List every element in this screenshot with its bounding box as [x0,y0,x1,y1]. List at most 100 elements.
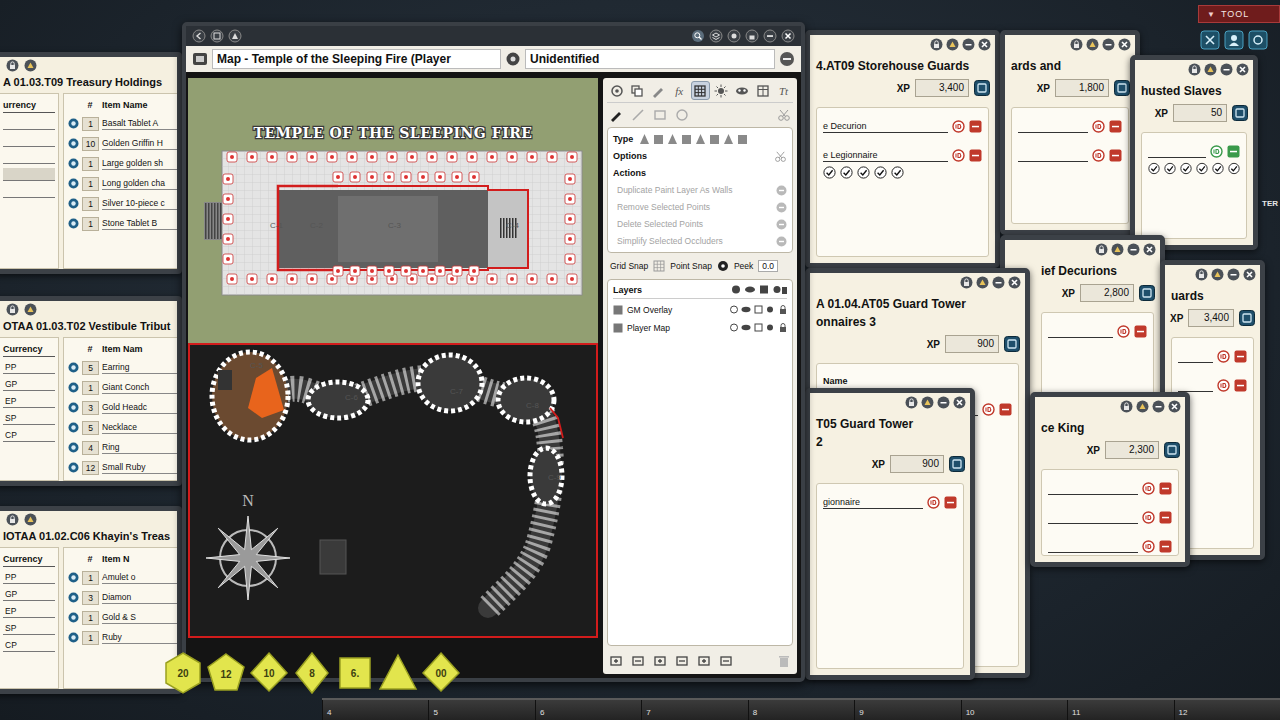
remove-icon[interactable] [969,149,982,162]
pillar-occluder[interactable] [223,174,233,184]
item-qty[interactable]: 5 [82,421,99,435]
pillar-occluder[interactable] [347,152,357,162]
map-token[interactable] [320,540,346,574]
item-row[interactable]: 3 Gold Headc [68,400,177,415]
item-link-icon[interactable] [68,138,79,149]
currency-row[interactable]: CP [3,429,55,442]
xp-field[interactable]: 1,800 [1055,79,1109,97]
remove-icon[interactable] [1134,325,1147,338]
item-qty[interactable]: 1 [82,117,99,131]
pillar-occluder[interactable] [307,274,317,284]
lock-icon[interactable] [905,396,918,409]
hotbar-slot[interactable]: 7 [641,700,747,720]
minimize-icon[interactable] [1220,63,1233,76]
item-link-icon[interactable] [68,118,79,129]
npc-row[interactable] [1048,540,1172,553]
xp-field[interactable]: 50 [1173,104,1227,122]
item-name[interactable]: Ruby [102,631,177,644]
identify-icon[interactable] [1217,379,1230,392]
xp-field[interactable]: 3,400 [1188,309,1234,327]
treasure-window[interactable]: OTAA 01.03.T02 Vestibule Tribut Currency… [0,296,182,486]
xp-field[interactable]: 3,400 [915,79,969,97]
item-row[interactable]: 5 Earring [68,360,177,375]
close-icon[interactable] [1168,400,1181,413]
lock-icon[interactable] [1120,400,1133,413]
item-row[interactable]: 1 Amulet o [68,570,177,585]
item-row[interactable]: 1 Ruby [68,630,177,645]
identify-icon[interactable] [1210,145,1223,158]
currency-row[interactable]: SP [3,622,55,635]
identify-icon[interactable] [1117,325,1130,338]
item-row[interactable]: 4 Ring [68,440,177,455]
pillar-occluder[interactable] [267,274,277,284]
npc-name[interactable] [1178,351,1213,363]
pillar-occluder[interactable] [427,152,437,162]
token-placed-icon[interactable] [1164,162,1176,175]
share-icon[interactable] [1211,268,1224,281]
remove-icon[interactable] [1234,350,1247,363]
hotbar-slot[interactable]: 6 [535,700,641,720]
item-qty[interactable]: 5 [82,361,99,375]
occluder-type-icon[interactable] [653,133,664,145]
scissors-icon[interactable] [777,108,791,122]
npc-name[interactable] [1018,150,1088,162]
pillar-occluder[interactable] [247,152,257,162]
close-icon[interactable] [1143,243,1156,256]
point-snap-toggle-icon[interactable] [717,260,729,272]
item-row[interactable]: 1 Silver 10-piece c [68,196,177,211]
layer-lock-icon[interactable] [779,323,787,333]
minimize-icon[interactable] [992,276,1005,289]
link-icon[interactable] [1139,285,1155,301]
d6-die[interactable]: 6. [334,651,376,695]
link-icon[interactable] [1239,310,1255,326]
item-name[interactable]: Basalt Tablet A [102,117,177,130]
pillar-occluder[interactable] [565,194,575,204]
tool-tab[interactable] [649,81,668,100]
token-placed-icon[interactable] [891,166,904,179]
item-qty[interactable]: 1 [82,381,99,395]
item-row[interactable]: 1 Large golden sh [68,156,177,171]
pillar-occluder[interactable] [469,172,479,182]
d20-die[interactable]: 20 [162,651,204,695]
lock-icon[interactable] [1095,243,1108,256]
pillar-occluder[interactable] [287,274,297,284]
npc-row[interactable] [1048,325,1147,338]
tool-tab[interactable] [607,81,626,100]
circle-tool-icon[interactable] [675,108,689,122]
xp-field[interactable]: 900 [945,335,999,353]
minimize-icon[interactable] [1127,243,1140,256]
item-link-icon[interactable] [68,402,79,413]
pillar-occluder[interactable] [547,152,557,162]
pencil-tool-icon[interactable] [609,108,623,122]
remove-icon[interactable] [1109,149,1122,162]
token-placed-icon[interactable] [857,166,870,179]
item-row[interactable]: 12 Small Ruby [68,460,177,475]
pillar-occluder[interactable] [567,152,577,162]
occluder-type-icon[interactable] [681,133,692,145]
zoom-icon[interactable] [691,29,705,43]
xp-field[interactable]: 900 [890,455,944,473]
pillar-occluder[interactable] [367,172,377,182]
item-link-icon[interactable] [68,422,79,433]
npc-row[interactable] [1178,379,1247,392]
close-icon[interactable] [953,396,966,409]
pillar-occluder[interactable] [307,152,317,162]
item-name[interactable]: Long golden cha [102,177,177,190]
pillar-occluder[interactable] [565,254,575,264]
identify-icon[interactable] [1142,540,1155,553]
item-link-icon[interactable] [68,442,79,453]
item-name[interactable]: Stone Tablet B [102,217,177,230]
remove-icon[interactable] [1159,540,1172,553]
currency-row[interactable]: GP [3,588,55,601]
remove-icon[interactable] [999,403,1012,416]
item-row[interactable]: 1 Gold & S [68,610,177,625]
occluder-type-icon[interactable] [723,133,734,145]
item-name[interactable]: Small Ruby [102,461,177,474]
npc-name[interactable] [1048,483,1138,495]
remove-icon[interactable] [1227,145,1240,158]
item-row[interactable]: 1 Long golden cha [68,176,177,191]
occluder-type-icon[interactable] [737,133,748,145]
npc-name[interactable]: gionnaire [823,497,923,509]
minimize-icon[interactable] [763,29,777,43]
layer-toggles-icon[interactable] [729,304,775,315]
